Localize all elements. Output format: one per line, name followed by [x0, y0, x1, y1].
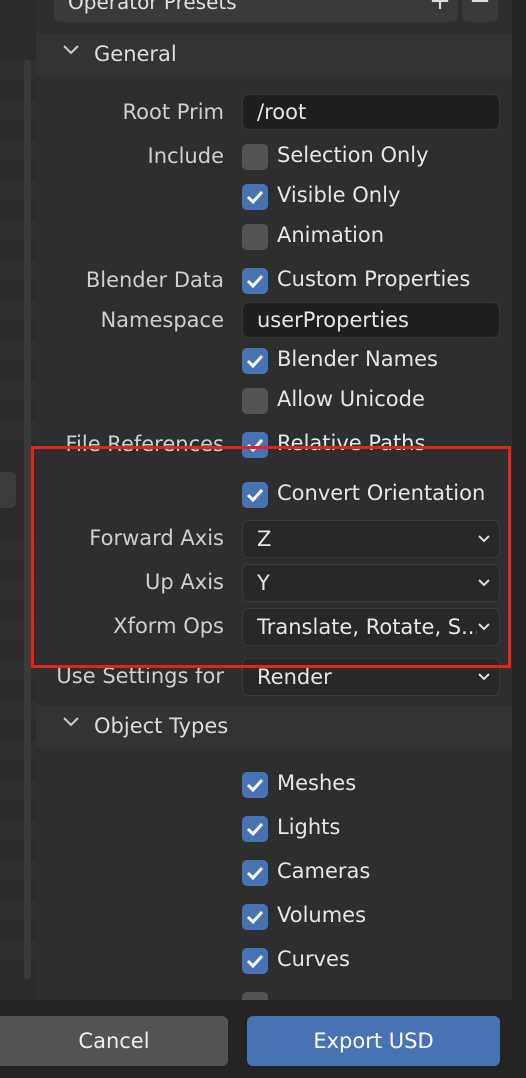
right-edge-background — [512, 0, 526, 1078]
file-browser-background — [0, 0, 36, 1078]
checkmark-icon — [242, 184, 268, 210]
checkbox-box — [242, 224, 268, 250]
checkmark-icon — [242, 268, 268, 294]
use-settings-for-value: Render — [257, 665, 332, 689]
operator-presets-label: Operator Presets — [68, 0, 237, 14]
use-settings-for-label: Use Settings for — [56, 664, 224, 688]
lights-label: Lights — [277, 815, 341, 839]
checkmark-icon — [242, 860, 268, 886]
checkbox-box — [242, 388, 268, 414]
meshes-label: Meshes — [277, 771, 357, 795]
operator-presets-dropdown[interactable]: Operator Presets ⌄ — [54, 0, 454, 22]
chevron-down-icon — [477, 573, 491, 592]
checkmark-icon — [242, 348, 268, 374]
add-preset-button[interactable]: + — [422, 0, 458, 22]
file-list-scrollbar[interactable] — [24, 60, 31, 980]
cameras-label: Cameras — [277, 859, 371, 883]
root-prim-value: /root — [257, 100, 307, 124]
export-usd-button[interactable]: Export USD — [247, 1016, 500, 1066]
general-section-header[interactable]: General — [36, 34, 512, 76]
chevron-down-icon — [477, 667, 491, 686]
forward-axis-label: Forward Axis — [89, 526, 224, 550]
volumes-label: Volumes — [277, 903, 367, 927]
forward-axis-select[interactable]: Z — [242, 520, 500, 558]
remove-preset-button[interactable]: − — [462, 0, 498, 22]
curves-label: Curves — [277, 947, 350, 971]
side-toggle-button[interactable] — [0, 472, 16, 508]
selection-only-label: Selection Only — [277, 143, 429, 167]
namespace-input[interactable]: userProperties — [242, 302, 500, 338]
use-settings-for-select[interactable]: Render — [242, 658, 500, 696]
forward-axis-value: Z — [257, 527, 272, 551]
include-label: Include — [147, 144, 224, 168]
checkmark-icon — [242, 904, 268, 930]
animation-label: Animation — [277, 223, 385, 247]
xform-ops-value: Translate, Rotate, S... — [257, 615, 477, 639]
minus-icon: − — [469, 0, 491, 16]
visible-only-label: Visible Only — [277, 183, 401, 207]
up-axis-label: Up Axis — [145, 570, 224, 594]
dialog-footer: Cancel Export USD — [0, 1000, 526, 1078]
checkbox-box — [242, 144, 268, 170]
custom-properties-label: Custom Properties — [277, 267, 471, 291]
checkmark-icon — [242, 948, 268, 974]
namespace-value: userProperties — [257, 308, 409, 332]
checkmark-icon — [242, 816, 268, 842]
xform-ops-select[interactable]: Translate, Rotate, S... — [242, 608, 500, 646]
checkmark-icon — [242, 482, 268, 508]
file-references-label: File References — [65, 432, 224, 456]
allow-unicode-label: Allow Unicode — [277, 387, 425, 411]
checkbox-box — [242, 992, 268, 1000]
xform-ops-label: Xform Ops — [113, 614, 224, 638]
blender-data-label: Blender Data — [85, 268, 224, 292]
object-types-section-header[interactable]: Object Types — [36, 706, 512, 748]
plus-icon: + — [429, 0, 451, 16]
cancel-button[interactable]: Cancel — [0, 1016, 228, 1066]
checkmark-icon — [242, 772, 268, 798]
root-prim-label: Root Prim — [122, 100, 224, 124]
chevron-down-icon — [477, 617, 491, 636]
chevron-down-icon — [62, 712, 80, 733]
object-types-section-title: Object Types — [94, 714, 229, 738]
general-section-title: General — [94, 42, 177, 66]
root-prim-input[interactable]: /root — [242, 94, 500, 130]
relative-paths-label: Relative Paths — [277, 431, 426, 455]
chevron-down-icon — [477, 529, 491, 548]
blender-names-label: Blender Names — [277, 347, 438, 371]
up-axis-value: Y — [257, 571, 270, 595]
up-axis-select[interactable]: Y — [242, 564, 500, 602]
convert-orientation-label: Convert Orientation — [277, 481, 486, 505]
export-settings-panel: Operator Presets ⌄ + − General Root Prim… — [36, 0, 512, 1000]
checkmark-icon — [242, 432, 268, 458]
chevron-down-icon — [62, 40, 80, 61]
namespace-label: Namespace — [100, 308, 224, 332]
